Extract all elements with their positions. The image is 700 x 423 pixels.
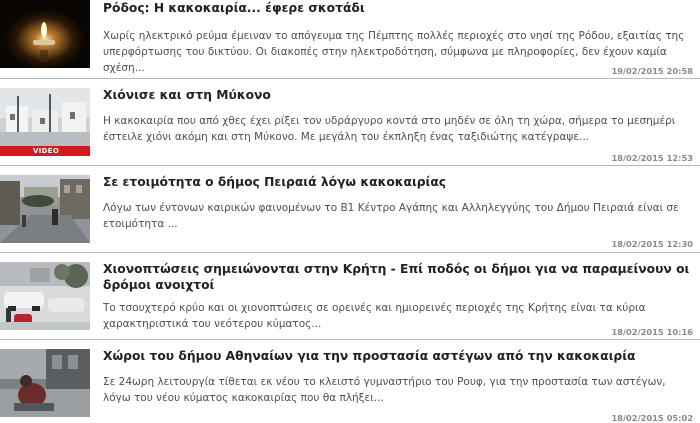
- article-item: Σε ετοιμότητα ο δήμος Πειραιά λόγω κακοκ…: [0, 166, 700, 253]
- article-title[interactable]: Ρόδος: Η κακοκαιρία... έφερε σκοτάδι: [103, 0, 693, 16]
- article-item: Ρόδος: Η κακοκαιρία... έφερε σκοτάδι Χωρ…: [0, 0, 700, 79]
- article-date: 18/02/2015 05:02: [611, 413, 693, 423]
- rainy-street-image[interactable]: [0, 175, 90, 243]
- article-title[interactable]: Χιονοπτώσεις σημειώνονται στην Κρήτη - Ε…: [103, 261, 693, 293]
- article-date: 18/02/2015 10:16: [611, 327, 693, 337]
- article-summary: Σε 24ωρη λειτουργία τίθεται εκ νέου το κ…: [103, 376, 666, 404]
- candle-image[interactable]: [0, 0, 90, 68]
- article-title[interactable]: Χιόνισε και στη Μύκονο: [103, 87, 693, 103]
- article-item: VIDEO Χιόνισε και στη Μύκονο Η κακοκαιρί…: [0, 79, 700, 166]
- article-date: 18/02/2015 12:30: [611, 239, 693, 249]
- article-date: 19/02/2015 20:58: [611, 66, 693, 76]
- article-summary: Η κακοκαιρία που από χθες έχει ρίξει τον…: [103, 115, 676, 143]
- article-title[interactable]: Σε ετοιμότητα ο δήμος Πειραιά λόγω κακοκ…: [103, 174, 693, 190]
- article-summary: Λόγω των έντονων καιρικών φαινομένων το …: [103, 202, 679, 230]
- snowy-mykonos-image[interactable]: VIDEO: [0, 88, 90, 156]
- article-item: Χώροι του δήμου Αθηναίων για την προστασ…: [0, 340, 700, 423]
- video-badge: VIDEO: [33, 147, 60, 155]
- article-item: Χιονοπτώσεις σημειώνονται στην Κρήτη - Ε…: [0, 253, 700, 340]
- article-title[interactable]: Χώροι του δήμου Αθηναίων για την προστασ…: [103, 348, 693, 364]
- homeless-person-image[interactable]: [0, 349, 90, 417]
- article-date: 18/02/2015 12:53: [611, 153, 693, 163]
- snowy-cars-image[interactable]: [0, 262, 90, 330]
